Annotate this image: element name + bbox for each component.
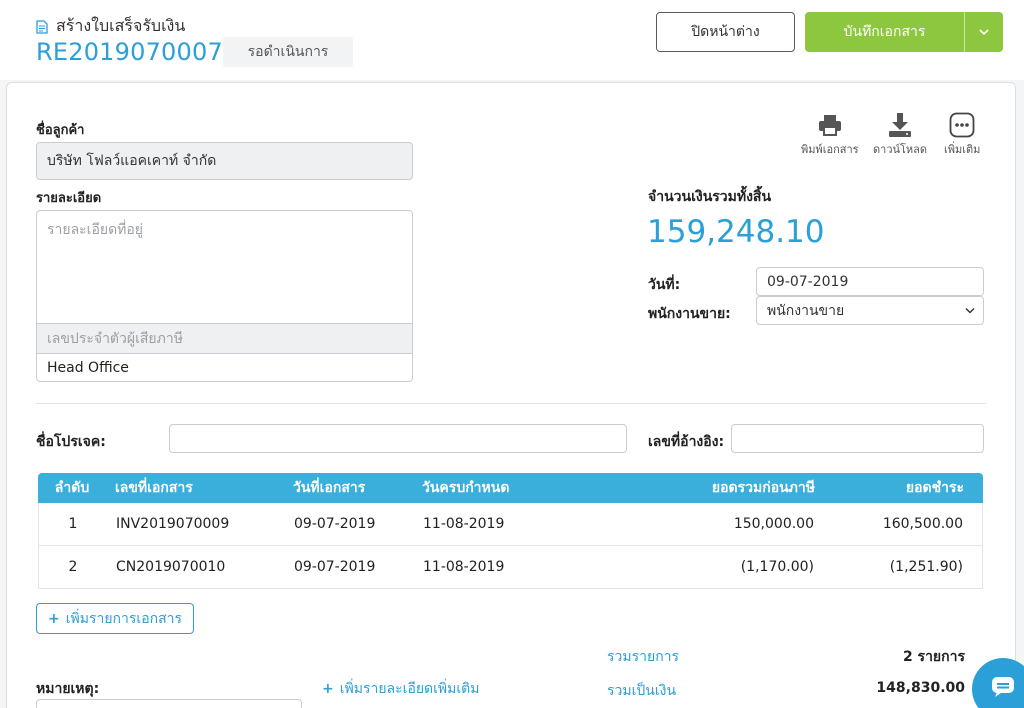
download-label: ดาวน์โหลด <box>873 143 928 156</box>
project-name-label: ชื่อโปรเจค: <box>36 434 106 450</box>
row-index: 1 <box>68 516 78 532</box>
row-pre-tax: (1,170.00) <box>740 559 814 575</box>
document-icon <box>36 19 48 34</box>
date-input[interactable]: 09-07-2019 <box>756 267 984 296</box>
header-index: ลำดับ <box>54 480 90 496</box>
chevron-down-icon <box>965 304 975 317</box>
save-options-dropdown[interactable] <box>965 12 1003 52</box>
chevron-down-icon <box>979 24 989 40</box>
table-row[interactable]: 2 CN2019070010 09-07-2019 11-08-2019 (1,… <box>38 546 983 589</box>
row-doc-date: 09-07-2019 <box>294 516 376 532</box>
salesperson-value: พนักงานขาย <box>767 302 845 319</box>
date-value: 09-07-2019 <box>767 273 849 290</box>
reference-input[interactable] <box>731 424 984 453</box>
grand-total-label: จำนวนเงินรวมทั้งสิ้น <box>648 189 772 205</box>
date-label: วันที่: <box>648 277 681 293</box>
plus-icon: + <box>322 681 334 697</box>
remark-label: หมายเหตุ: <box>36 681 100 697</box>
branch-value: Head Office <box>47 359 129 376</box>
page-title-text: สร้างใบเสร็จรับเงิน <box>56 16 186 35</box>
header-pre-tax: ยอดรวมก่อนภาษี <box>711 480 815 496</box>
save-document-button-group: บันทึกเอกสาร <box>805 12 1003 52</box>
add-document-label: เพิ่มรายการเอกสาร <box>65 610 182 627</box>
add-detail-link[interactable]: + เพิ่มรายละเอียดเพิ่มเติม <box>322 678 480 700</box>
table-header: ลำดับ เลขที่เอกสาร วันที่เอกสาร วันครบกำ… <box>38 473 983 503</box>
print-tool[interactable]: พิมพ์เอกสาร <box>801 110 859 158</box>
table-row[interactable]: 1 INV2019070009 09-07-2019 11-08-2019 15… <box>38 503 983 546</box>
header-due-date: วันครบกำหนด <box>422 480 510 496</box>
plus-icon: + <box>47 610 60 627</box>
more-icon <box>949 110 975 140</box>
customer-name-label: ชื่อลูกค้า <box>36 123 85 138</box>
save-document-button[interactable]: บันทึกเอกสาร <box>805 12 965 52</box>
row-due-date: 11-08-2019 <box>423 559 505 575</box>
documents-table: ลำดับ เลขที่เอกสาร วันที่เอกสาร วันครบกำ… <box>38 473 983 589</box>
row-doc-no: INV2019070009 <box>116 516 230 532</box>
document-number: RE2019070007 <box>36 38 223 66</box>
row-payment: (1,251.90) <box>889 559 963 575</box>
remark-input[interactable] <box>36 699 302 708</box>
more-tool[interactable]: เพิ่มเติม <box>944 110 980 158</box>
reference-label: เลขที่อ้างอิง: <box>648 434 725 450</box>
row-doc-no: CN2019070010 <box>116 559 226 575</box>
download-icon <box>887 110 913 140</box>
row-payment: 160,500.00 <box>882 516 963 532</box>
page-title: สร้างใบเสร็จรับเงิน <box>36 14 185 39</box>
items-total-value: 2 รายการ <box>902 649 965 665</box>
branch-field[interactable]: Head Office <box>37 354 412 381</box>
salesperson-label: พนักงานขาย: <box>648 306 731 322</box>
tax-id-placeholder: เลขประจำตัวผู้เสียภาษี <box>47 330 183 347</box>
items-total-label: รวมรายการ <box>607 649 680 665</box>
chat-icon <box>991 676 1015 702</box>
address-placeholder: รายละเอียดที่อยู่ <box>47 222 144 238</box>
salesperson-select[interactable]: พนักงานขาย <box>756 296 984 325</box>
address-textarea[interactable]: รายละเอียดที่อยู่ <box>37 211 412 324</box>
amount-total-value: 148,830.00 <box>876 680 965 696</box>
print-label: พิมพ์เอกสาร <box>801 143 859 156</box>
details-label: รายละเอียด <box>36 191 102 206</box>
tax-id-field[interactable]: เลขประจำตัวผู้เสียภาษี <box>37 324 412 354</box>
customer-name-field[interactable]: บริษัท โฟลว์แอคเคาท์ จำกัด <box>36 142 413 180</box>
grand-total-amount: 159,248.10 <box>647 214 825 250</box>
download-tool[interactable]: ดาวน์โหลด <box>873 110 927 158</box>
customer-name-value: บริษัท โฟลว์แอคเคาท์ จำกัด <box>47 153 217 169</box>
header-doc-date: วันที่เอกสาร <box>293 480 366 496</box>
add-detail-label: เพิ่มรายละเอียดเพิ่มเติม <box>339 681 480 697</box>
row-doc-date: 09-07-2019 <box>294 559 376 575</box>
status-badge: รอดำเนินการ <box>223 37 353 67</box>
row-index: 2 <box>68 559 78 575</box>
header-doc-no: เลขที่เอกสาร <box>115 480 193 496</box>
row-pre-tax: 150,000.00 <box>733 516 814 532</box>
header-payment: ยอดชำระ <box>905 480 964 496</box>
project-name-input[interactable] <box>169 424 627 453</box>
close-window-button[interactable]: ปิดหน้าต่าง <box>656 12 795 52</box>
top-bar: สร้างใบเสร็จรับเงิน RE2019070007 รอดำเนิ… <box>0 0 1024 80</box>
address-box: รายละเอียดที่อยู่ เลขประจำตัวผู้เสียภาษี… <box>36 210 413 382</box>
add-document-button[interactable]: + เพิ่มรายการเอกสาร <box>36 603 194 634</box>
amount-total-label: รวมเป็นเงิน <box>607 683 677 699</box>
row-due-date: 11-08-2019 <box>423 516 505 532</box>
printer-icon <box>817 110 843 140</box>
more-label: เพิ่มเติม <box>944 143 981 156</box>
section-divider <box>36 403 986 404</box>
